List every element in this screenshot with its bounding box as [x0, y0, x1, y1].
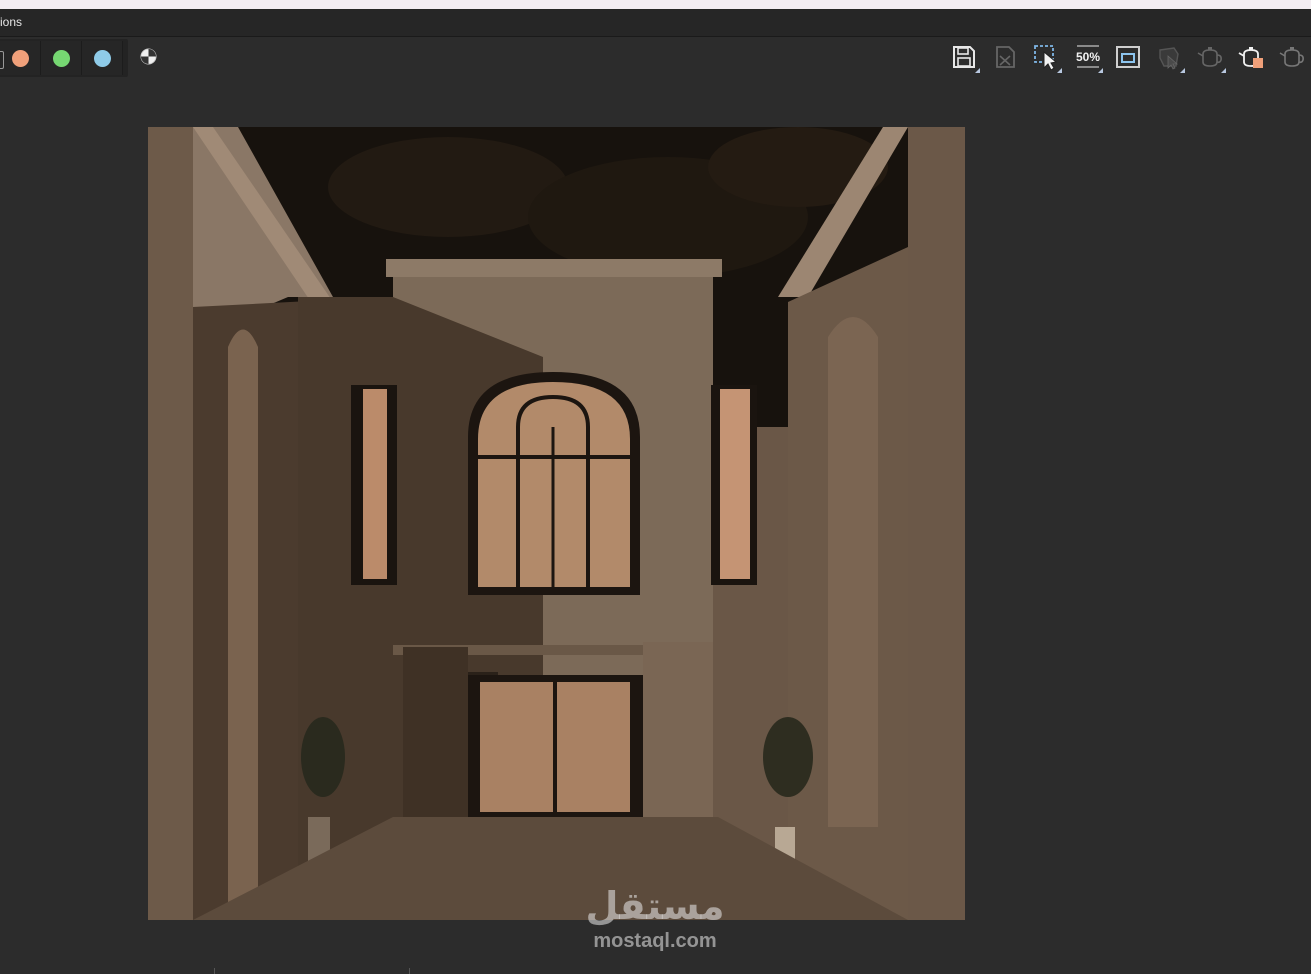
- alpha-channel-icon[interactable]: [140, 48, 157, 65]
- frame-button[interactable]: [1111, 40, 1145, 74]
- monochrome-toggle-icon[interactable]: [0, 51, 4, 69]
- frame-buffer-toolbar: 50%: [0, 37, 1311, 79]
- region-select-icon: [1034, 45, 1058, 70]
- dropdown-corner-icon: [975, 68, 980, 73]
- red-channel-button[interactable]: [0, 41, 41, 75]
- render-active-button[interactable]: [1234, 40, 1268, 74]
- save-image-icon: [953, 46, 975, 68]
- watermark-url: mostaql.com: [593, 930, 717, 952]
- blue-channel-button[interactable]: [82, 41, 123, 75]
- dropdown-corner-icon: [1180, 68, 1185, 73]
- red-channel-icon: [12, 50, 29, 67]
- watermark-arabic-logo: مستقل: [585, 884, 725, 928]
- teapot-render-icon: [1197, 47, 1222, 67]
- green-channel-icon: [53, 50, 70, 67]
- rendered-image: [148, 127, 965, 920]
- dropdown-corner-icon: [1221, 68, 1226, 73]
- green-channel-button[interactable]: [41, 41, 82, 75]
- render-type-button[interactable]: [1152, 40, 1186, 74]
- render-production-button[interactable]: [1193, 40, 1227, 74]
- render-iterative-button[interactable]: [1275, 40, 1309, 74]
- render-scene-image: [148, 127, 965, 920]
- mostaql-watermark: مستقل mostaql.com: [560, 884, 750, 956]
- teapot-active-render-icon: [1238, 47, 1263, 68]
- zoom-50-icon: 50%: [1076, 45, 1100, 68]
- region-select-button[interactable]: [1029, 40, 1063, 74]
- save-image-button[interactable]: [947, 40, 981, 74]
- clear-image-icon: [996, 46, 1015, 68]
- dropdown-corner-icon: [1057, 68, 1062, 73]
- status-divider: [409, 968, 410, 974]
- menu-bar: ions: [0, 9, 1311, 37]
- render-type-icon: [1159, 47, 1179, 70]
- blue-channel-icon: [94, 50, 111, 67]
- frame-icon: [1116, 46, 1140, 68]
- status-divider: [214, 968, 215, 974]
- teapot-iterative-icon: [1279, 47, 1304, 67]
- dropdown-corner-icon: [1098, 68, 1103, 73]
- menu-item-options[interactable]: ions: [0, 15, 22, 29]
- zoom-label: 50%: [1076, 50, 1100, 64]
- channel-toggle-group: [0, 39, 128, 77]
- clear-image-button[interactable]: [988, 40, 1022, 74]
- zoom-50-button[interactable]: 50%: [1070, 40, 1104, 74]
- window-title-bar: [0, 0, 1311, 9]
